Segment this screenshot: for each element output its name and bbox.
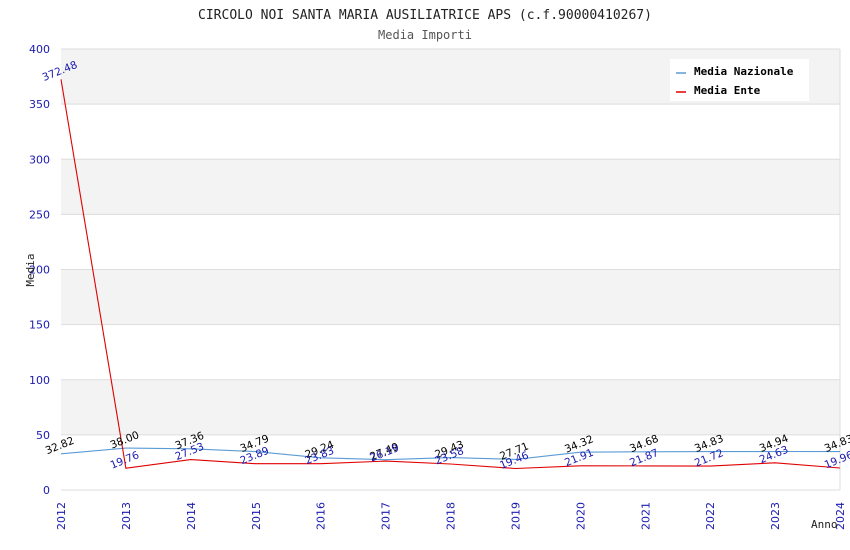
x-tick-label: 2022 xyxy=(704,502,717,530)
y-tick-label: 150 xyxy=(29,319,50,332)
legend-label-media-ente: Media Ente xyxy=(694,84,761,97)
x-tick-label: 2018 xyxy=(445,502,458,530)
x-axis-ticks: 2012 2013 2014 2015 2016 2017 2018 2019 2020 2021… xyxy=(55,502,847,530)
x-tick-label: 2012 xyxy=(55,502,68,530)
x-tick-label: 2020 xyxy=(574,502,587,530)
y-tick-label: 250 xyxy=(29,208,50,221)
legend-label-media-nazionale: Media Nazionale xyxy=(694,65,794,78)
y-tick-label: 100 xyxy=(29,374,50,387)
x-tick-label: 2016 xyxy=(315,502,328,530)
chart: CIRCOLO NOI SANTA MARIA AUSILIATRICE APS… xyxy=(24,8,850,531)
chart-title: CIRCOLO NOI SANTA MARIA AUSILIATRICE APS… xyxy=(198,8,652,23)
y-tick-label: 350 xyxy=(29,98,50,111)
y-tick-label: 0 xyxy=(43,484,50,497)
plot-band xyxy=(61,214,840,270)
x-tick-label: 2019 xyxy=(509,502,522,530)
y-tick-label: 300 xyxy=(29,153,50,166)
y-tick-label: 400 xyxy=(29,43,50,56)
y-axis-label: Media xyxy=(24,253,37,286)
x-tick-label: 2013 xyxy=(120,502,133,530)
x-axis-label: Anno xyxy=(811,518,838,531)
chart-subtitle: Media Importi xyxy=(378,28,472,42)
plot-band xyxy=(61,104,840,160)
x-tick-label: 2021 xyxy=(639,502,652,530)
plot-band xyxy=(61,324,840,380)
y-tick-label: 50 xyxy=(36,429,50,442)
plot-band xyxy=(61,379,840,435)
x-tick-label: 2014 xyxy=(185,502,198,530)
x-tick-label: 2015 xyxy=(250,502,263,530)
plot-band xyxy=(61,159,840,215)
x-tick-label: 2023 xyxy=(769,502,782,530)
plot-band xyxy=(61,269,840,325)
x-tick-label: 2017 xyxy=(380,502,393,530)
legend: Media Nazionale Media Ente xyxy=(670,59,809,101)
